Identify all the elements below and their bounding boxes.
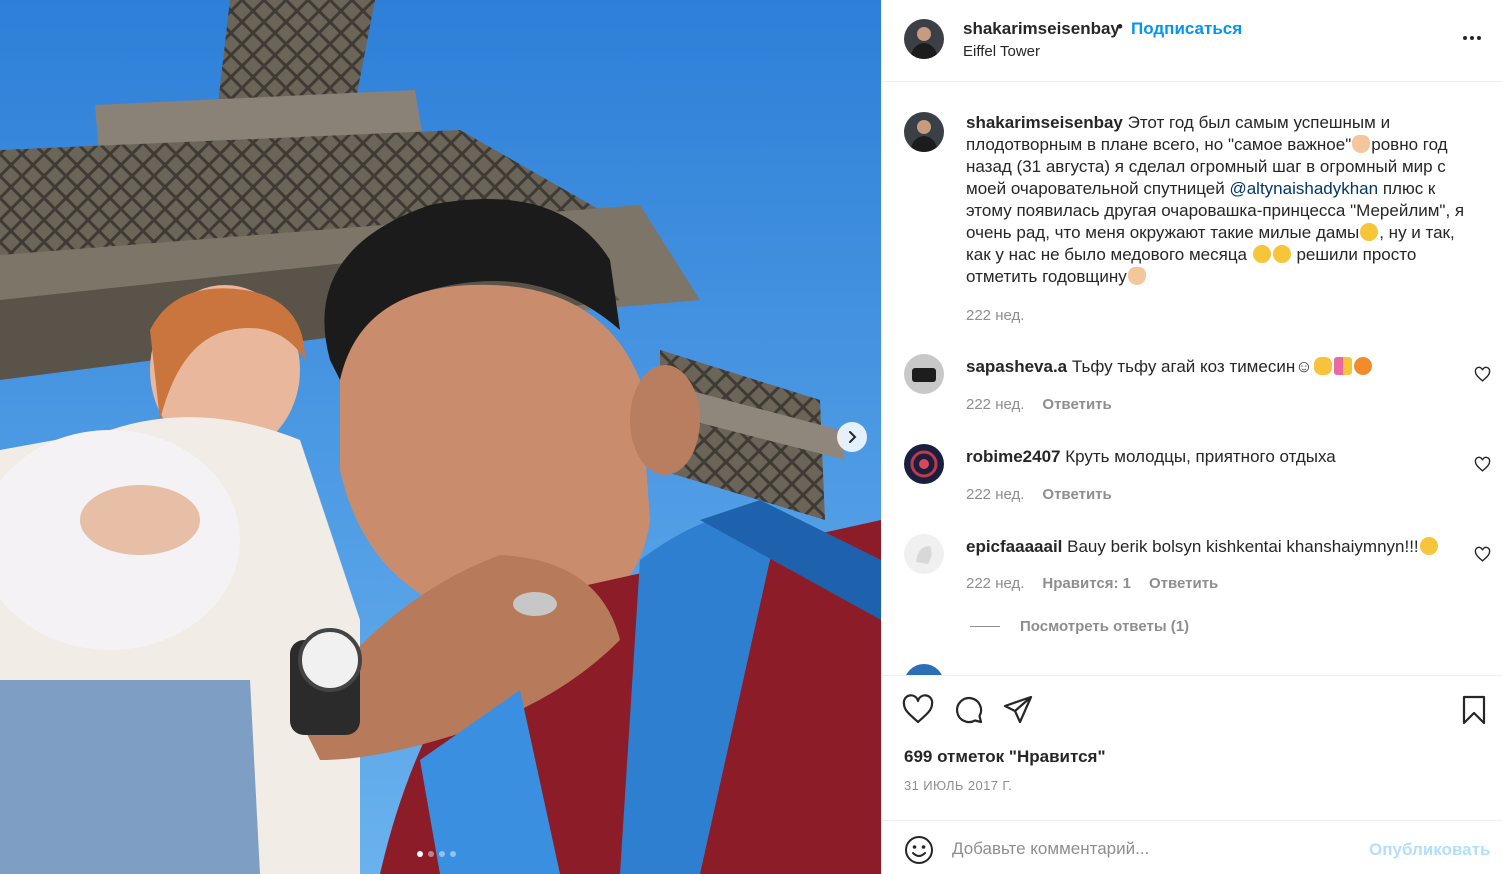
carousel-dot xyxy=(428,851,434,857)
caption-avatar[interactable] xyxy=(904,112,944,152)
chevron-right-icon xyxy=(849,431,857,443)
comment-time[interactable]: 222 нед. xyxy=(966,575,1024,592)
caption-meta: 222 нед. xyxy=(966,307,1024,324)
reply-button[interactable]: Ответить xyxy=(1042,486,1111,503)
chick-emoji-icon xyxy=(1313,357,1332,375)
eiffel-tower-selfie-image xyxy=(0,0,881,874)
avatar-image xyxy=(904,354,944,394)
header-separator: • xyxy=(1117,17,1123,36)
commenter-avatar[interactable] xyxy=(904,664,944,675)
mention-link[interactable]: @altynaishadykhan xyxy=(1229,179,1378,198)
author-avatar[interactable] xyxy=(904,19,944,59)
follow-button[interactable]: Подписаться xyxy=(1131,19,1242,39)
comment-meta: 222 нед. Ответить xyxy=(966,396,1112,413)
carousel-dots xyxy=(417,851,456,857)
reply-button[interactable]: Ответить xyxy=(1149,575,1218,592)
angel-emoji-icon xyxy=(1419,537,1438,555)
post-sidebar: shakarimseisenbay • Подписаться Eiffel T… xyxy=(881,0,1502,874)
bookmark-icon[interactable] xyxy=(1458,694,1490,726)
commenter-avatar[interactable] xyxy=(904,444,944,484)
like-comment-heart-icon[interactable] xyxy=(1474,456,1491,473)
pointing-up-emoji-icon xyxy=(1352,135,1371,153)
author-username[interactable]: shakarimseisenbay xyxy=(963,19,1120,39)
commenter-avatar[interactable] xyxy=(904,354,944,394)
avatar-image xyxy=(904,534,944,574)
comment-likes-count[interactable]: Нравится: 1 xyxy=(1042,575,1131,592)
post-modal: shakarimseisenbay • Подписаться Eiffel T… xyxy=(0,0,1502,874)
comment-time[interactable]: 222 нед. xyxy=(966,396,1024,413)
comments-list[interactable]: shakarimseisenbay Этот год был самым усп… xyxy=(882,83,1502,675)
comment-body: Bauy berik bolsyn kishkentai khanshaiymn… xyxy=(1062,537,1419,556)
post-actions: 699 отметок "Нравится" 31 ИЮЛЬ 2017 Г. О… xyxy=(882,675,1502,874)
caption-text: shakarimseisenbay Этот год был самым усп… xyxy=(966,112,1478,288)
publish-button[interactable]: Опубликовать xyxy=(1369,840,1490,860)
carousel-dot xyxy=(439,851,445,857)
more-horizontal-icon[interactable] xyxy=(1460,26,1484,50)
comment-text: robime2407 Круть молодцы, приятного отды… xyxy=(966,446,1478,468)
location-link[interactable]: Eiffel Tower xyxy=(963,43,1040,60)
carousel-dot xyxy=(417,851,423,857)
carousel-dot xyxy=(450,851,456,857)
emoji-smile-icon[interactable] xyxy=(904,835,934,865)
avatar-image xyxy=(904,444,944,484)
comment-meta: 222 нед. Ответить xyxy=(966,486,1112,503)
likes-count[interactable]: 699 отметок "Нравится" xyxy=(904,747,1106,767)
kiss-emoji-icon xyxy=(1360,223,1379,241)
fox-emoji-icon xyxy=(1353,357,1372,375)
grin-emoji-icon xyxy=(1252,245,1271,263)
comment-input[interactable] xyxy=(952,834,1352,864)
share-icon[interactable] xyxy=(1002,694,1034,726)
like-comment-heart-icon[interactable] xyxy=(1474,366,1491,383)
comment-text: sapasheva.a Тьфу тьфу агай коз тимесин☺ xyxy=(966,356,1478,378)
comment-meta: 222 нед. Нравится: 1 Ответить xyxy=(966,575,1218,592)
like-comment-heart-icon[interactable] xyxy=(1474,546,1491,563)
grimace-emoji-icon xyxy=(1272,245,1291,263)
ok-hand-emoji-icon xyxy=(1127,267,1146,285)
couple-emoji-icon xyxy=(1333,357,1352,375)
post-date[interactable]: 31 ИЮЛЬ 2017 Г. xyxy=(904,778,1012,793)
heart-icon[interactable] xyxy=(902,694,934,726)
replies-divider xyxy=(970,626,1000,627)
comment-username[interactable]: sapasheva.a xyxy=(966,357,1067,376)
comment-body: Круть молодцы, приятного отдыха xyxy=(1060,447,1336,466)
view-replies-button[interactable]: Посмотреть ответы (1) xyxy=(970,618,1189,635)
commenter-avatar[interactable] xyxy=(904,534,944,574)
avatar-image xyxy=(904,112,944,152)
avatar-image xyxy=(904,19,944,59)
comment-icon[interactable] xyxy=(952,694,984,726)
post-photo[interactable] xyxy=(0,0,881,874)
post-header: shakarimseisenbay • Подписаться Eiffel T… xyxy=(882,0,1502,82)
comment-time[interactable]: 222 нед. xyxy=(966,486,1024,503)
comment-username[interactable]: epicfaaaaail xyxy=(966,537,1062,556)
caption-time[interactable]: 222 нед. xyxy=(966,307,1024,324)
comment-username[interactable]: robime2407 xyxy=(966,447,1061,466)
view-replies-label: Посмотреть ответы (1) xyxy=(1020,618,1190,635)
caption-username[interactable]: shakarimseisenbay xyxy=(966,113,1123,132)
reply-button[interactable]: Ответить xyxy=(1042,396,1111,413)
comment-text: epicfaaaaail Bauy berik bolsyn kishkenta… xyxy=(966,536,1478,558)
next-slide-button[interactable] xyxy=(837,422,867,452)
add-comment-bar: Опубликовать xyxy=(882,820,1502,874)
comment-body: Тьфу тьфу агай коз тимесин☺ xyxy=(1067,357,1313,376)
